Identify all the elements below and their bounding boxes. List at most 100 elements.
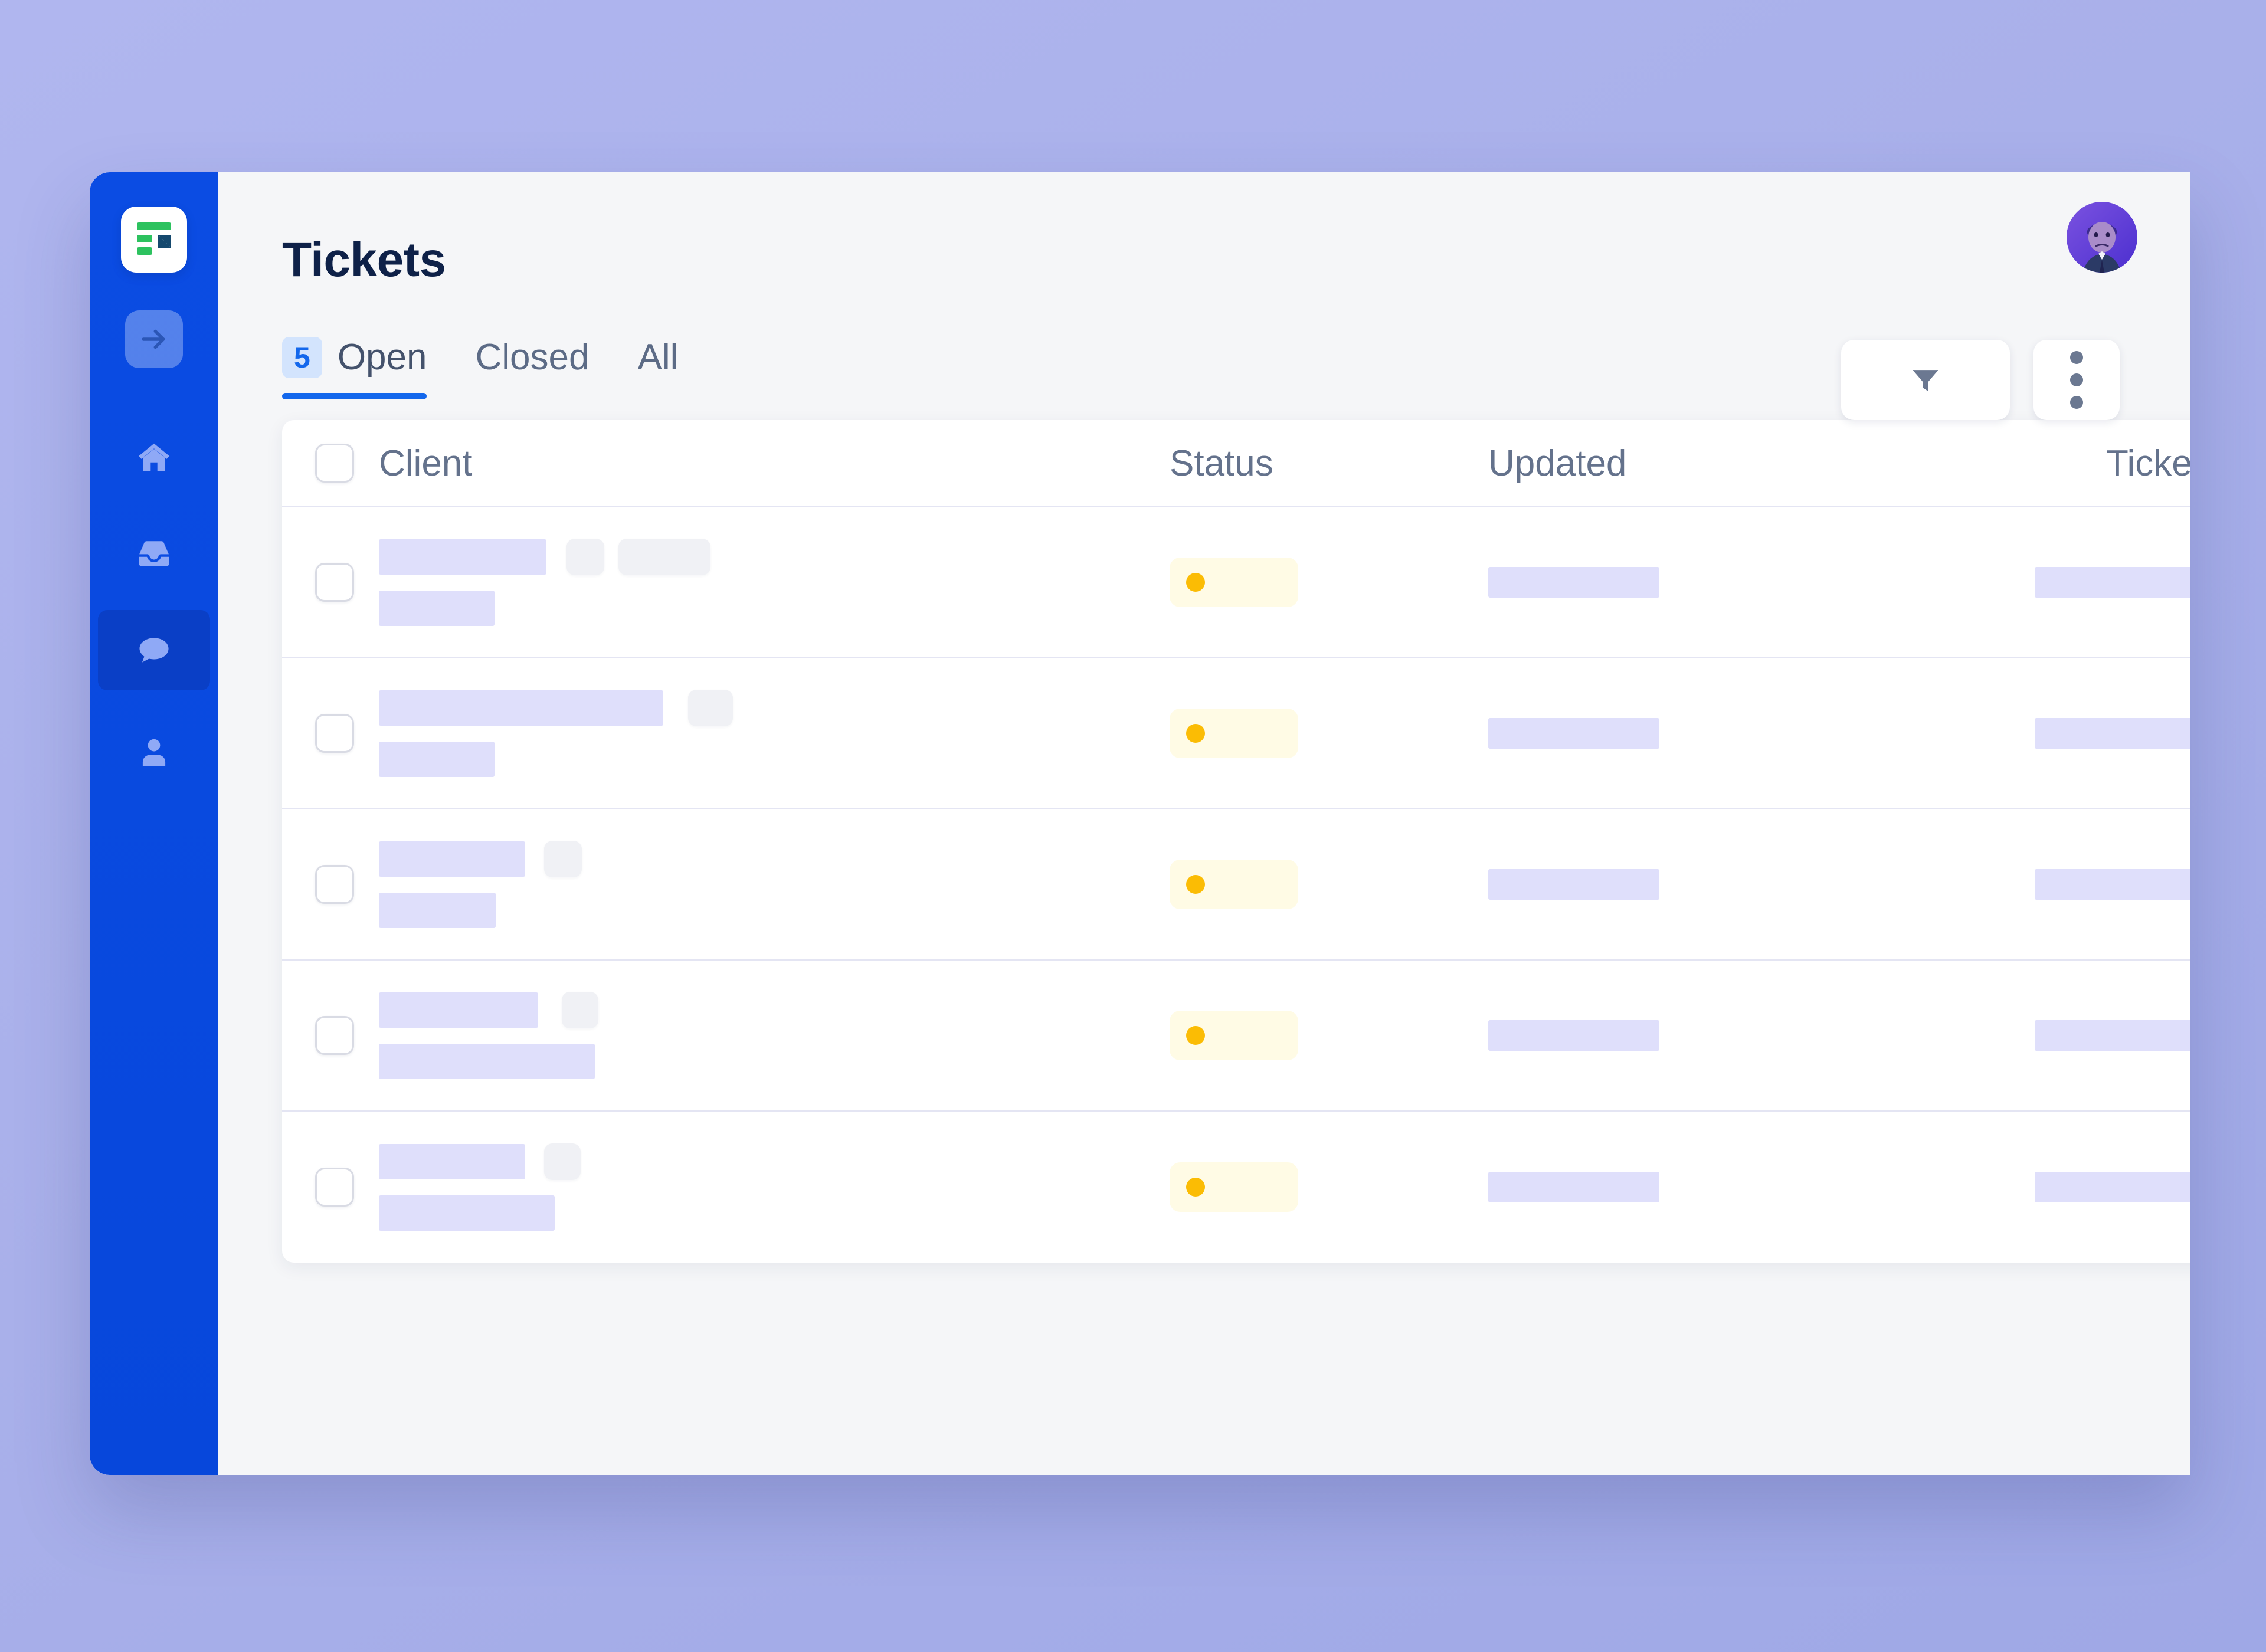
updated-placeholder <box>1488 869 1659 900</box>
status-badge <box>1170 1162 1298 1212</box>
status-cell <box>1170 860 1488 909</box>
ticket-cell <box>1954 869 2190 900</box>
updated-placeholder <box>1488 1020 1659 1051</box>
chat-bubble-icon <box>139 638 169 663</box>
status-dot-icon <box>1186 573 1205 592</box>
column-header-client[interactable]: Client <box>379 442 1170 484</box>
client-name-placeholder <box>379 1144 525 1179</box>
row-select-cell <box>315 714 379 753</box>
client-chip-placeholder <box>544 1143 581 1180</box>
status-badge <box>1170 558 1298 607</box>
client-subtitle-placeholder <box>379 591 495 626</box>
client-name-placeholder <box>379 539 546 575</box>
row-checkbox[interactable] <box>315 714 354 753</box>
arrow-right-icon <box>142 329 165 349</box>
table-header-row: Client Status Updated Ticket <box>282 420 2190 507</box>
column-header-status[interactable]: Status <box>1170 442 1488 484</box>
updated-cell <box>1488 1020 1954 1051</box>
tab-open-badge: 5 <box>282 336 322 378</box>
status-cell <box>1170 558 1488 607</box>
main-content: Tickets 5 Open Closed All Client Status … <box>218 172 2190 1475</box>
funnel-filter-icon <box>1913 370 1938 392</box>
sidebar-item-inbox[interactable] <box>112 519 196 589</box>
client-chip-placeholder <box>562 992 598 1028</box>
select-all-checkbox[interactable] <box>315 444 354 483</box>
user-avatar[interactable] <box>2067 202 2137 273</box>
sidebar-item-messages[interactable] <box>98 610 210 690</box>
column-header-updated[interactable]: Updated <box>1488 442 1954 484</box>
status-dot-icon <box>1186 875 1205 894</box>
row-checkbox[interactable] <box>315 563 354 602</box>
ticket-placeholder <box>2035 718 2190 749</box>
header-actions <box>1841 336 2120 420</box>
row-checkbox[interactable] <box>315 1016 354 1055</box>
client-subtitle-placeholder <box>379 893 496 928</box>
updated-cell <box>1488 718 1954 749</box>
status-cell <box>1170 709 1488 758</box>
page-title: Tickets <box>282 233 446 287</box>
tab-closed-label: Closed <box>475 337 590 378</box>
app-window: Tickets 5 Open Closed All Client Status … <box>90 172 2190 1475</box>
status-badge <box>1170 709 1298 758</box>
sidebar-item-home[interactable] <box>112 422 196 492</box>
client-chip-placeholder <box>688 690 733 726</box>
ticket-cell <box>1954 567 2190 598</box>
client-subtitle-placeholder <box>379 742 495 777</box>
person-icon <box>142 739 166 766</box>
table-row[interactable] <box>282 961 2190 1112</box>
client-chip-placeholder <box>566 539 604 575</box>
updated-cell <box>1488 869 1954 900</box>
client-subtitle-placeholder <box>379 1195 555 1231</box>
table-row[interactable] <box>282 1112 2190 1263</box>
sidebar-item-contacts[interactable] <box>112 717 196 787</box>
inbox-icon <box>139 541 169 566</box>
table-row[interactable] <box>282 507 2190 658</box>
more-options-button[interactable] <box>2033 340 2120 420</box>
row-select-cell <box>315 563 379 602</box>
updated-placeholder <box>1488 718 1659 749</box>
row-checkbox[interactable] <box>315 1168 354 1207</box>
status-cell <box>1170 1162 1488 1212</box>
status-badge <box>1170 860 1298 909</box>
client-name-placeholder <box>379 690 663 726</box>
sidebar-item-expand[interactable] <box>125 310 183 368</box>
tab-all-label: All <box>637 337 679 378</box>
client-cell <box>379 690 1170 777</box>
column-header-ticket[interactable]: Ticket <box>1954 442 2190 484</box>
filter-button[interactable] <box>1841 340 2010 420</box>
more-vertical-icon <box>2070 351 2083 409</box>
tab-open[interactable]: 5 Open <box>282 336 427 399</box>
updated-cell <box>1488 1172 1954 1202</box>
client-name-placeholder <box>379 841 525 877</box>
ticket-cell <box>1954 1020 2190 1051</box>
client-name-placeholder <box>379 992 538 1028</box>
row-select-cell <box>315 865 379 904</box>
updated-placeholder <box>1488 567 1659 598</box>
ticket-cell <box>1954 1172 2190 1202</box>
tab-open-label: Open <box>337 337 427 378</box>
status-dot-icon <box>1186 724 1205 743</box>
table-row[interactable] <box>282 809 2190 961</box>
tab-closed[interactable]: Closed <box>475 336 589 399</box>
ticket-placeholder <box>2035 869 2190 900</box>
client-cell <box>379 841 1170 928</box>
client-subtitle-placeholder <box>379 1044 595 1079</box>
ticket-placeholder <box>2035 1172 2190 1202</box>
client-chip-placeholder <box>544 841 582 877</box>
ticket-placeholder <box>2035 1020 2190 1051</box>
row-select-cell <box>315 1016 379 1055</box>
row-checkbox[interactable] <box>315 865 354 904</box>
table-row[interactable] <box>282 658 2190 809</box>
client-cell <box>379 1143 1170 1231</box>
tab-all[interactable]: All <box>637 336 678 399</box>
ticket-placeholder <box>2035 567 2190 598</box>
tab-bar-row: 5 Open Closed All <box>282 336 2190 420</box>
document-list-logo-icon <box>137 222 171 255</box>
home-icon <box>139 443 169 471</box>
client-chip-placeholder <box>618 539 710 575</box>
row-select-cell <box>315 1168 379 1207</box>
app-logo[interactable] <box>121 206 187 273</box>
client-cell <box>379 539 1170 626</box>
select-all-cell <box>315 444 379 483</box>
status-dot-icon <box>1186 1178 1205 1197</box>
